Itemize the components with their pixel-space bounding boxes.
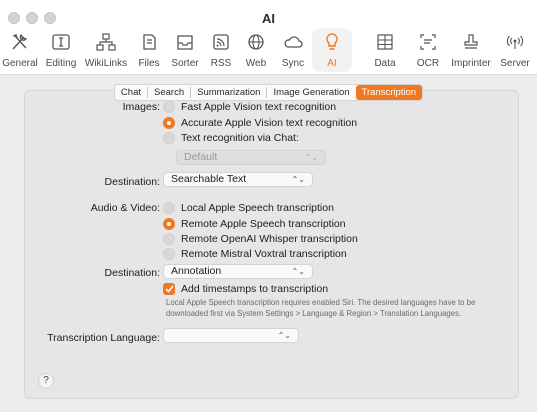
toolbar-item-server[interactable]: Server	[496, 28, 534, 72]
cloud-icon	[276, 32, 310, 58]
toolbar-item-sorter[interactable]: Sorter	[167, 28, 203, 72]
voxtral-radio[interactable]	[163, 248, 175, 260]
audio-video-label: Audio & Video:	[90, 202, 160, 214]
audio-destination-select[interactable]: Annotation ⌃⌄	[163, 264, 313, 279]
table-icon	[370, 32, 400, 58]
toolbar-item-general[interactable]: General	[0, 28, 40, 72]
preferences-window: AI General Editing WikiLinks Files Sorte…	[0, 0, 537, 412]
checkmark-icon	[164, 285, 174, 293]
toolbar-item-imprinter[interactable]: Imprinter	[448, 28, 494, 72]
broadcast-icon	[496, 32, 534, 58]
tab-bar: Chat Search Summarization Image Generati…	[0, 82, 537, 101]
toolbar-item-ocr[interactable]: OCR	[413, 28, 443, 72]
images-label: Images:	[122, 101, 160, 113]
toolbar-item-web[interactable]: Web	[240, 28, 272, 72]
timestamps-option[interactable]: Add timestamps to transcription	[163, 283, 328, 295]
transcription-language-label: Transcription Language:	[47, 332, 160, 344]
fast-vision-option[interactable]: Fast Apple Vision text recognition	[163, 101, 336, 113]
chat-recognition-option[interactable]: Text recognition via Chat:	[163, 132, 299, 144]
toolbar-item-sync[interactable]: Sync	[276, 28, 310, 72]
window-title: AI	[262, 11, 275, 26]
voxtral-option[interactable]: Remote Mistral Voxtral transcription	[163, 248, 347, 260]
toolbar-item-wikilinks[interactable]: WikiLinks	[82, 28, 130, 72]
timestamps-checkbox[interactable]	[163, 283, 175, 295]
files-icon	[134, 32, 164, 58]
text-cursor-icon	[40, 32, 82, 58]
accurate-vision-radio[interactable]	[163, 117, 175, 129]
fast-vision-radio[interactable]	[163, 101, 175, 113]
tab-transcription[interactable]: Transcription	[355, 85, 423, 100]
network-icon	[82, 32, 130, 58]
tools-icon	[0, 32, 40, 58]
chevron-updown-icon: ⌃⌄	[291, 267, 305, 276]
local-speech-radio[interactable]	[163, 202, 175, 214]
tray-icon	[167, 32, 203, 58]
chat-model-select[interactable]: Default ⌃⌄	[176, 150, 326, 165]
transcription-language-select[interactable]: ⌃⌄	[163, 328, 299, 343]
chat-recognition-radio[interactable]	[163, 132, 175, 144]
globe-icon	[240, 32, 272, 58]
remote-speech-option[interactable]: Remote Apple Speech transcription	[163, 218, 346, 230]
title-bar: AI General Editing WikiLinks Files Sorte…	[0, 0, 537, 75]
accurate-vision-option[interactable]: Accurate Apple Vision text recognition	[163, 117, 357, 129]
text-scan-icon	[413, 32, 443, 58]
toolbar-item-ai[interactable]: AI	[312, 28, 352, 72]
toolbar-item-rss[interactable]: RSS	[206, 28, 236, 72]
chevron-updown-icon: ⌃⌄	[277, 331, 291, 340]
tab-search[interactable]: Search	[147, 87, 190, 98]
toolbar-item-files[interactable]: Files	[134, 28, 164, 72]
remote-speech-radio[interactable]	[163, 218, 175, 230]
preferences-toolbar: General Editing WikiLinks Files Sorter R…	[0, 28, 537, 74]
tab-summarization[interactable]: Summarization	[190, 87, 266, 98]
chevron-updown-icon: ⌃⌄	[291, 175, 305, 184]
images-destination-label: Destination:	[104, 176, 160, 188]
tab-chat[interactable]: Chat	[115, 87, 147, 98]
help-button[interactable]: ?	[38, 373, 54, 389]
rss-icon	[206, 32, 236, 58]
audio-destination-label: Destination:	[104, 267, 160, 279]
whisper-option[interactable]: Remote OpenAI Whisper transcription	[163, 233, 358, 245]
local-speech-option[interactable]: Local Apple Speech transcription	[163, 202, 334, 214]
chevron-updown-icon: ⌃⌄	[304, 153, 318, 162]
speech-note: Local Apple Speech transcription require…	[166, 298, 476, 318]
lightbulb-icon	[312, 32, 352, 58]
toolbar-item-data[interactable]: Data	[370, 28, 400, 72]
tab-image-generation[interactable]: Image Generation	[266, 87, 355, 98]
whisper-radio[interactable]	[163, 233, 175, 245]
images-destination-select[interactable]: Searchable Text ⌃⌄	[163, 172, 313, 187]
toolbar-item-editing[interactable]: Editing	[40, 28, 82, 72]
stamp-icon	[448, 32, 494, 58]
